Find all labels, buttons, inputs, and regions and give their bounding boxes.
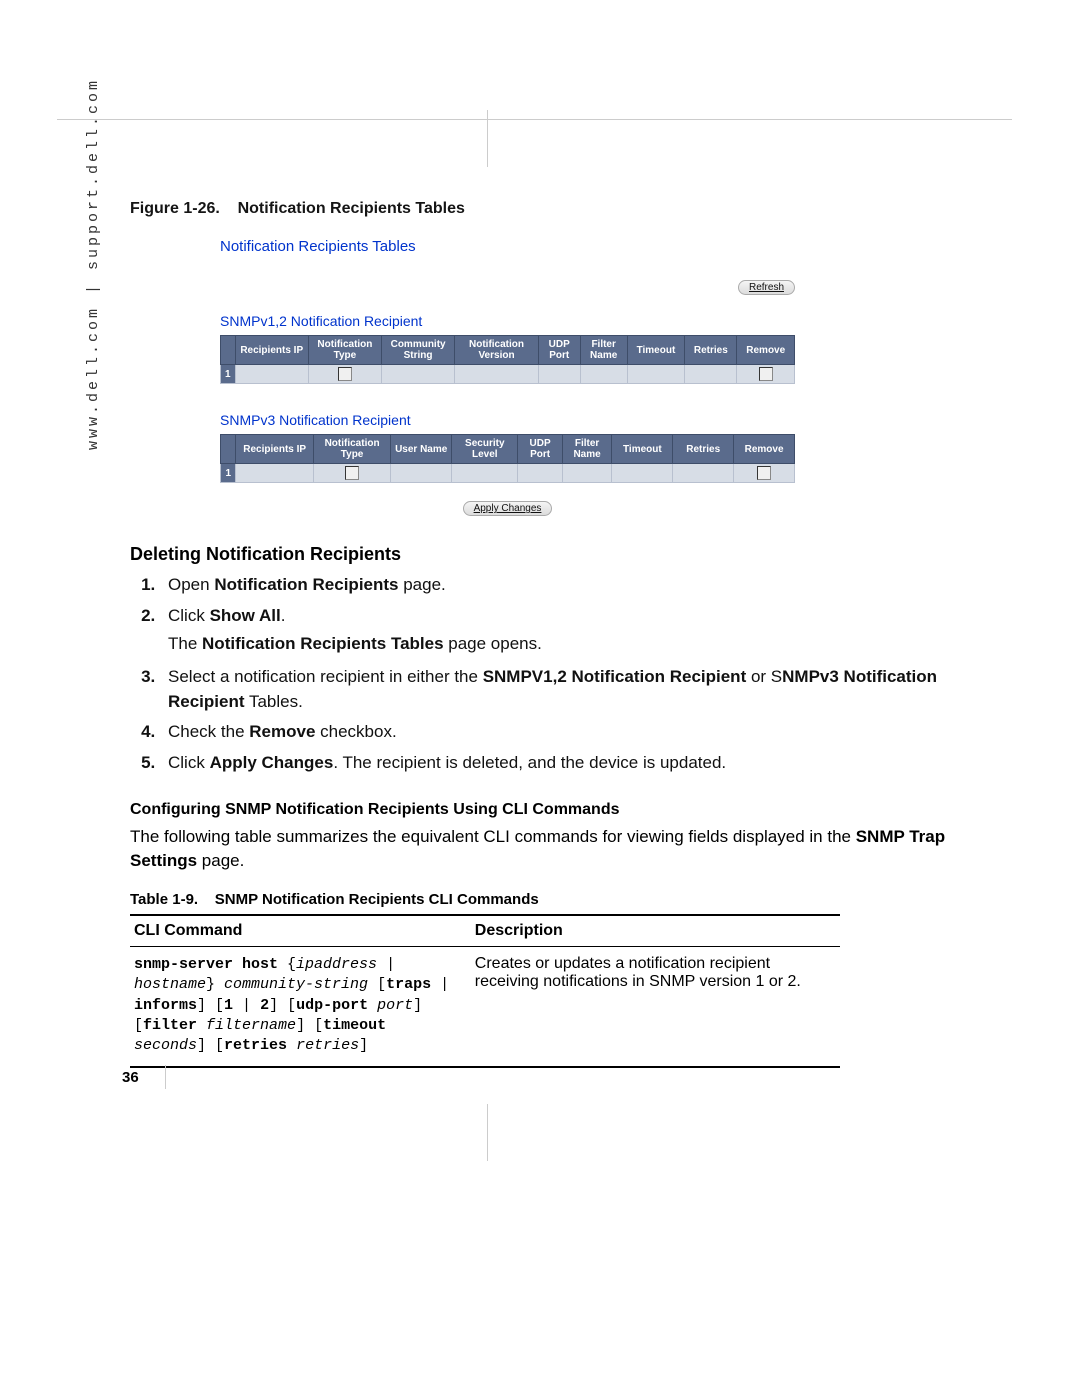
col-header: Notification Type [313,435,390,464]
text-bold: Apply Changes [210,753,334,772]
col-header: Filter Name [580,336,627,365]
figure-number: Figure 1-26. [130,200,220,217]
step-2: Click Show All. The Notification Recipie… [160,604,995,657]
table-row: 1 [221,365,795,384]
snmp12-table: Recipients IP Notification Type Communit… [220,335,795,384]
page-number-separator [165,1065,166,1089]
checkbox[interactable] [345,466,359,480]
col-header: Notification Version [455,336,539,365]
col-header: Notification Type [308,336,381,365]
figure-caption: Figure 1-26. Notification Recipients Tab… [130,200,995,218]
step-5: Click Apply Changes. The recipient is de… [160,751,995,776]
row-number: 1 [221,365,236,384]
text: The [168,634,202,653]
apply-changes-button[interactable]: Apply Changes [463,501,553,516]
refresh-button[interactable]: Refresh [738,280,795,295]
checkbox[interactable] [338,367,352,381]
col-header: UDP Port [538,336,580,365]
cli-command-cell: snmp-server host {ipaddress | hostname} … [130,947,471,1067]
col-header: Timeout [612,435,673,464]
col-header: User Name [391,435,452,464]
top-divider [57,119,1012,120]
text: Select a notification recipient in eithe… [168,667,483,686]
col-header: Timeout [627,336,685,365]
col-header: Recipients IP [236,435,313,464]
cli-description-cell: Creates or updates a notification recipi… [471,947,840,1067]
col-header: Remove [734,435,795,464]
text: Click [168,606,210,625]
text: page. [197,851,244,870]
screenshot-panel: Notification Recipients Tables Refresh S… [220,238,795,516]
text: page opens. [444,634,542,653]
text-bold: Notification Recipients Tables [202,634,444,653]
remove-checkbox[interactable] [757,466,771,480]
text: checkbox. [315,722,396,741]
text: Click [168,753,210,772]
steps-list: Open Notification Recipients page. Click… [130,573,995,775]
text: Tables. [245,692,303,711]
col-header: Security Level [452,435,518,464]
row-number: 1 [221,464,236,483]
text: page. [399,575,446,594]
remove-checkbox[interactable] [759,367,773,381]
cli-heading: Configuring SNMP Notification Recipients… [130,801,995,819]
col-header: Remove [737,336,795,365]
bottom-center-rule [487,1104,488,1161]
text-bold: Notification Recipients [214,575,398,594]
text: Check the [168,722,249,741]
text-bold: Remove [249,722,315,741]
col-header: Filter Name [562,435,612,464]
screenshot-title: Notification Recipients Tables [220,238,795,255]
text: Open [168,575,214,594]
col-cli-command: CLI Command [130,916,471,947]
table-caption: Table 1-9. SNMP Notification Recipients … [130,891,995,908]
col-header: UDP Port [518,435,562,464]
step-1: Open Notification Recipients page. [160,573,995,598]
cli-intro: The following table summarizes the equiv… [130,825,995,873]
text: or S [746,667,782,686]
page-number: 36 [122,1069,139,1086]
col-header: Community String [382,336,455,365]
col-description: Description [471,916,840,947]
text: . [281,606,286,625]
step-4: Check the Remove checkbox. [160,720,995,745]
col-header: Retries [673,435,734,464]
top-center-rule [487,110,488,167]
snmp12-title: SNMPv1,2 Notification Recipient [220,313,795,329]
table-number: Table 1-9. [130,891,198,908]
table-row: 1 [221,464,795,483]
snmp3-table: Recipients IP Notification Type User Nam… [220,434,795,483]
deleting-heading: Deleting Notification Recipients [130,544,995,565]
step-3: Select a notification recipient in eithe… [160,665,995,714]
table-title: SNMP Notification Recipients CLI Command… [215,891,539,908]
col-header: Retries [685,336,737,365]
cli-table: CLI Command Description snmp-server host… [130,914,840,1068]
page-content: Figure 1-26. Notification Recipients Tab… [85,200,995,1068]
col-header: Recipients IP [235,336,308,365]
text: The following table summarizes the equiv… [130,827,856,846]
text-bold: SNMPV1,2 Notification Recipient [483,667,747,686]
cli-row: snmp-server host {ipaddress | hostname} … [130,947,840,1067]
text-bold: Show All [210,606,281,625]
text: . The recipient is deleted, and the devi… [333,753,726,772]
snmp3-title: SNMPv3 Notification Recipient [220,412,795,428]
figure-title: Notification Recipients Tables [238,200,465,217]
